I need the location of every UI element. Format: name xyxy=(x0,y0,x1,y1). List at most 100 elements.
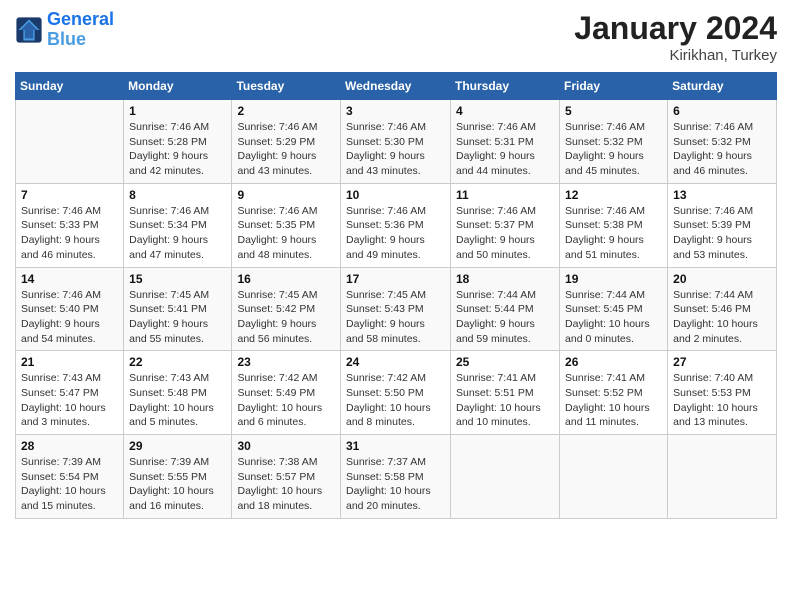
weekday-header-row: SundayMondayTuesdayWednesdayThursdayFrid… xyxy=(16,73,777,100)
calendar-cell: 30Sunrise: 7:38 AMSunset: 5:57 PMDayligh… xyxy=(232,435,341,519)
calendar-cell: 8Sunrise: 7:46 AMSunset: 5:34 PMDaylight… xyxy=(124,183,232,267)
calendar-cell: 25 Sunrise: 7:41 AMSunset: 5:51 PMDayligh… xyxy=(451,351,560,435)
day-info: Sunrise: 7:46 AMSunset: 5:28 PMDaylight:… xyxy=(129,120,226,179)
calendar-cell: 27 Sunrise: 7:40 AMSunset: 5:53 PMDayligh… xyxy=(668,351,777,435)
weekday-header: Tuesday xyxy=(232,73,341,100)
day-number: 26 xyxy=(565,355,662,369)
day-info: Sunrise: 7:46 AMSunset: 5:32 PMDaylight:… xyxy=(673,120,771,179)
page-header: General Blue January 2024 Kirikhan, Turk… xyxy=(15,10,777,64)
day-number: 13 xyxy=(673,188,771,202)
day-number: 14 xyxy=(21,272,118,286)
weekday-header: Friday xyxy=(560,73,668,100)
logo-line1: General xyxy=(47,9,114,29)
logo-line2: Blue xyxy=(47,29,86,49)
calendar-cell xyxy=(668,435,777,519)
day-info: Sunrise: 7:42 AMSunset: 5:49 PMDaylight:… xyxy=(237,371,335,430)
calendar-cell: 23 Sunrise: 7:42 AMSunset: 5:49 PMDayligh… xyxy=(232,351,341,435)
day-number: 1 xyxy=(129,104,226,118)
day-number: 27 xyxy=(673,355,771,369)
title-block: January 2024 Kirikhan, Turkey xyxy=(574,10,777,64)
calendar-cell: 14 Sunrise: 7:46 AMSunset: 5:40 PMDayligh… xyxy=(16,267,124,351)
logo: General Blue xyxy=(15,10,114,50)
calendar-cell: 26 Sunrise: 7:41 AMSunset: 5:52 PMDayligh… xyxy=(560,351,668,435)
day-info: Sunrise: 7:41 AMSunset: 5:52 PMDaylight:… xyxy=(565,371,662,430)
day-info: Sunrise: 7:42 AMSunset: 5:50 PMDaylight:… xyxy=(346,371,445,430)
day-info: Sunrise: 7:43 AMSunset: 5:48 PMDaylight:… xyxy=(129,371,226,430)
day-info: Sunrise: 7:45 AMSunset: 5:43 PMDaylight:… xyxy=(346,288,445,347)
day-number: 23 xyxy=(237,355,335,369)
month-title: January 2024 xyxy=(574,10,777,47)
day-info: Sunrise: 7:45 AMSunset: 5:42 PMDaylight:… xyxy=(237,288,335,347)
day-number: 2 xyxy=(237,104,335,118)
calendar-cell: 22 Sunrise: 7:43 AMSunset: 5:48 PMDayligh… xyxy=(124,351,232,435)
day-number: 19 xyxy=(565,272,662,286)
weekday-header: Wednesday xyxy=(341,73,451,100)
day-number: 25 xyxy=(456,355,554,369)
day-info: Sunrise: 7:38 AMSunset: 5:57 PMDaylight:… xyxy=(237,455,335,514)
day-number: 11 xyxy=(456,188,554,202)
day-info: Sunrise: 7:46 AMSunset: 5:38 PMDaylight:… xyxy=(565,204,662,263)
day-number: 16 xyxy=(237,272,335,286)
day-info: Sunrise: 7:44 AMSunset: 5:45 PMDaylight:… xyxy=(565,288,662,347)
day-info: Sunrise: 7:44 AMSunset: 5:46 PMDaylight:… xyxy=(673,288,771,347)
calendar-cell: 11 Sunrise: 7:46 AMSunset: 5:37 PMDayligh… xyxy=(451,183,560,267)
day-info: Sunrise: 7:45 AMSunset: 5:41 PMDaylight:… xyxy=(129,288,226,347)
day-info: Sunrise: 7:46 AMSunset: 5:32 PMDaylight:… xyxy=(565,120,662,179)
calendar-week-row: 21 Sunrise: 7:43 AMSunset: 5:47 PMDayligh… xyxy=(16,351,777,435)
day-number: 31 xyxy=(346,439,445,453)
day-info: Sunrise: 7:37 AMSunset: 5:58 PMDaylight:… xyxy=(346,455,445,514)
calendar-week-row: 1 Sunrise: 7:46 AMSunset: 5:28 PMDaylight… xyxy=(16,100,777,184)
day-info: Sunrise: 7:46 AMSunset: 5:33 PMDaylight:… xyxy=(21,204,118,263)
calendar-cell: 19 Sunrise: 7:44 AMSunset: 5:45 PMDayligh… xyxy=(560,267,668,351)
day-number: 28 xyxy=(21,439,118,453)
calendar-cell: 13 Sunrise: 7:46 AMSunset: 5:39 PMDayligh… xyxy=(668,183,777,267)
day-info: Sunrise: 7:46 AMSunset: 5:35 PMDaylight:… xyxy=(237,204,335,263)
day-info: Sunrise: 7:43 AMSunset: 5:47 PMDaylight:… xyxy=(21,371,118,430)
calendar-cell: 18Sunrise: 7:44 AMSunset: 5:44 PMDayligh… xyxy=(451,267,560,351)
calendar-cell: 15 Sunrise: 7:45 AMSunset: 5:41 PMDayligh… xyxy=(124,267,232,351)
day-number: 21 xyxy=(21,355,118,369)
logo-text: General Blue xyxy=(47,10,114,50)
day-number: 22 xyxy=(129,355,226,369)
day-number: 7 xyxy=(21,188,118,202)
day-number: 15 xyxy=(129,272,226,286)
calendar-cell: 21 Sunrise: 7:43 AMSunset: 5:47 PMDayligh… xyxy=(16,351,124,435)
day-number: 8 xyxy=(129,188,226,202)
day-info: Sunrise: 7:39 AMSunset: 5:55 PMDaylight:… xyxy=(129,455,226,514)
weekday-header: Monday xyxy=(124,73,232,100)
day-number: 12 xyxy=(565,188,662,202)
calendar-cell: 10Sunrise: 7:46 AMSunset: 5:36 PMDayligh… xyxy=(341,183,451,267)
calendar-week-row: 14 Sunrise: 7:46 AMSunset: 5:40 PMDayligh… xyxy=(16,267,777,351)
day-number: 20 xyxy=(673,272,771,286)
day-info: Sunrise: 7:41 AMSunset: 5:51 PMDaylight:… xyxy=(456,371,554,430)
calendar-cell: 4Sunrise: 7:46 AMSunset: 5:31 PMDaylight… xyxy=(451,100,560,184)
calendar-cell: 6Sunrise: 7:46 AMSunset: 5:32 PMDaylight… xyxy=(668,100,777,184)
calendar-cell: 29 Sunrise: 7:39 AMSunset: 5:55 PMDayligh… xyxy=(124,435,232,519)
calendar-week-row: 28Sunrise: 7:39 AMSunset: 5:54 PMDayligh… xyxy=(16,435,777,519)
day-info: Sunrise: 7:46 AMSunset: 5:39 PMDaylight:… xyxy=(673,204,771,263)
calendar-week-row: 7 Sunrise: 7:46 AMSunset: 5:33 PMDaylight… xyxy=(16,183,777,267)
day-number: 3 xyxy=(346,104,445,118)
day-info: Sunrise: 7:40 AMSunset: 5:53 PMDaylight:… xyxy=(673,371,771,430)
day-number: 29 xyxy=(129,439,226,453)
day-info: Sunrise: 7:46 AMSunset: 5:29 PMDaylight:… xyxy=(237,120,335,179)
day-info: Sunrise: 7:46 AMSunset: 5:40 PMDaylight:… xyxy=(21,288,118,347)
calendar-cell: 12 Sunrise: 7:46 AMSunset: 5:38 PMDayligh… xyxy=(560,183,668,267)
day-info: Sunrise: 7:46 AMSunset: 5:30 PMDaylight:… xyxy=(346,120,445,179)
day-number: 9 xyxy=(237,188,335,202)
calendar-cell: 9 Sunrise: 7:46 AMSunset: 5:35 PMDaylight… xyxy=(232,183,341,267)
weekday-header: Thursday xyxy=(451,73,560,100)
calendar-cell: 7 Sunrise: 7:46 AMSunset: 5:33 PMDaylight… xyxy=(16,183,124,267)
location-subtitle: Kirikhan, Turkey xyxy=(574,47,777,64)
calendar-cell xyxy=(16,100,124,184)
calendar-cell: 31 Sunrise: 7:37 AMSunset: 5:58 PMDayligh… xyxy=(341,435,451,519)
day-number: 5 xyxy=(565,104,662,118)
weekday-header: Saturday xyxy=(668,73,777,100)
day-number: 10 xyxy=(346,188,445,202)
day-info: Sunrise: 7:46 AMSunset: 5:37 PMDaylight:… xyxy=(456,204,554,263)
calendar-table: SundayMondayTuesdayWednesdayThursdayFrid… xyxy=(15,72,777,519)
calendar-cell xyxy=(560,435,668,519)
day-info: Sunrise: 7:44 AMSunset: 5:44 PMDaylight:… xyxy=(456,288,554,347)
calendar-cell xyxy=(451,435,560,519)
calendar-cell: 28Sunrise: 7:39 AMSunset: 5:54 PMDayligh… xyxy=(16,435,124,519)
